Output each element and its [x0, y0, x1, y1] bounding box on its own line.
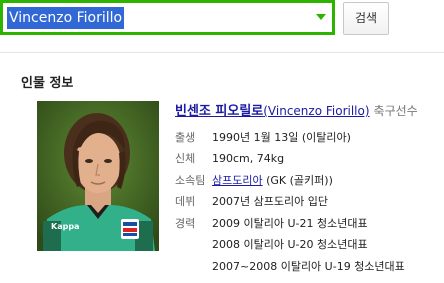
info-row-career: 경력 2009 이탈리아 U-21 청소년대표	[175, 212, 405, 234]
info-value: 190cm, 74kg	[212, 151, 285, 165]
career-item: 2007~2008 이탈리아 U-19 청소년대표	[212, 259, 405, 273]
info-value: 1990년 1월 13일 (이탈리아)	[212, 130, 351, 144]
divider	[0, 52, 444, 53]
info-row-team: 소속팀 삼프도리아 (GK (골키퍼))	[175, 169, 405, 191]
info-value: (GK (골키퍼))	[262, 173, 333, 187]
team-link[interactable]: 삼프도리아	[212, 172, 263, 188]
person-role: 축구선수	[373, 104, 418, 118]
dropdown-arrow-icon[interactable]	[316, 14, 326, 20]
info-row-birth: 출생 1990년 1월 13일 (이탈리아)	[175, 126, 405, 148]
profile-photo[interactable]: Kappa	[37, 101, 159, 251]
info-label: 데뷔	[175, 195, 196, 209]
info-table: 출생 1990년 1월 13일 (이탈리아) 신체 190cm, 74kg 소속…	[175, 126, 405, 277]
info-row-debut: 데뷔 2007년 삼프도리아 입단	[175, 191, 405, 213]
person-name-link[interactable]: 빈센조 피오릴로	[175, 104, 263, 119]
search-box[interactable]: Vincenzo Fiorillo	[0, 0, 335, 35]
section-title: 인물 정보	[21, 76, 74, 91]
jersey-text: Kappa	[51, 222, 80, 231]
search-button[interactable]: 검색	[343, 2, 389, 35]
info-label: 소속팀	[175, 173, 206, 187]
info-label: 신체	[175, 152, 196, 166]
search-input[interactable]: Vincenzo Fiorillo	[7, 7, 125, 29]
info-label: 경력	[175, 216, 196, 230]
person-name-en[interactable]: (Vincenzo Fiorillo)	[263, 104, 369, 118]
info-row-career: 2007~2008 이탈리아 U-19 청소년대표	[175, 255, 405, 277]
career-item: 2009 이탈리아 U-21 청소년대표	[212, 216, 368, 230]
info-row-career: 2008 이탈리아 U-20 청소년대표	[175, 234, 405, 256]
info-value: 2007년 삼프도리아 입단	[212, 195, 328, 209]
name-row: 빈센조 피오릴로(Vincenzo Fiorillo) 축구선수	[175, 100, 418, 119]
career-item: 2008 이탈리아 U-20 청소년대표	[212, 238, 368, 252]
info-row-body: 신체 190cm, 74kg	[175, 148, 405, 170]
info-label: 출생	[175, 130, 196, 144]
